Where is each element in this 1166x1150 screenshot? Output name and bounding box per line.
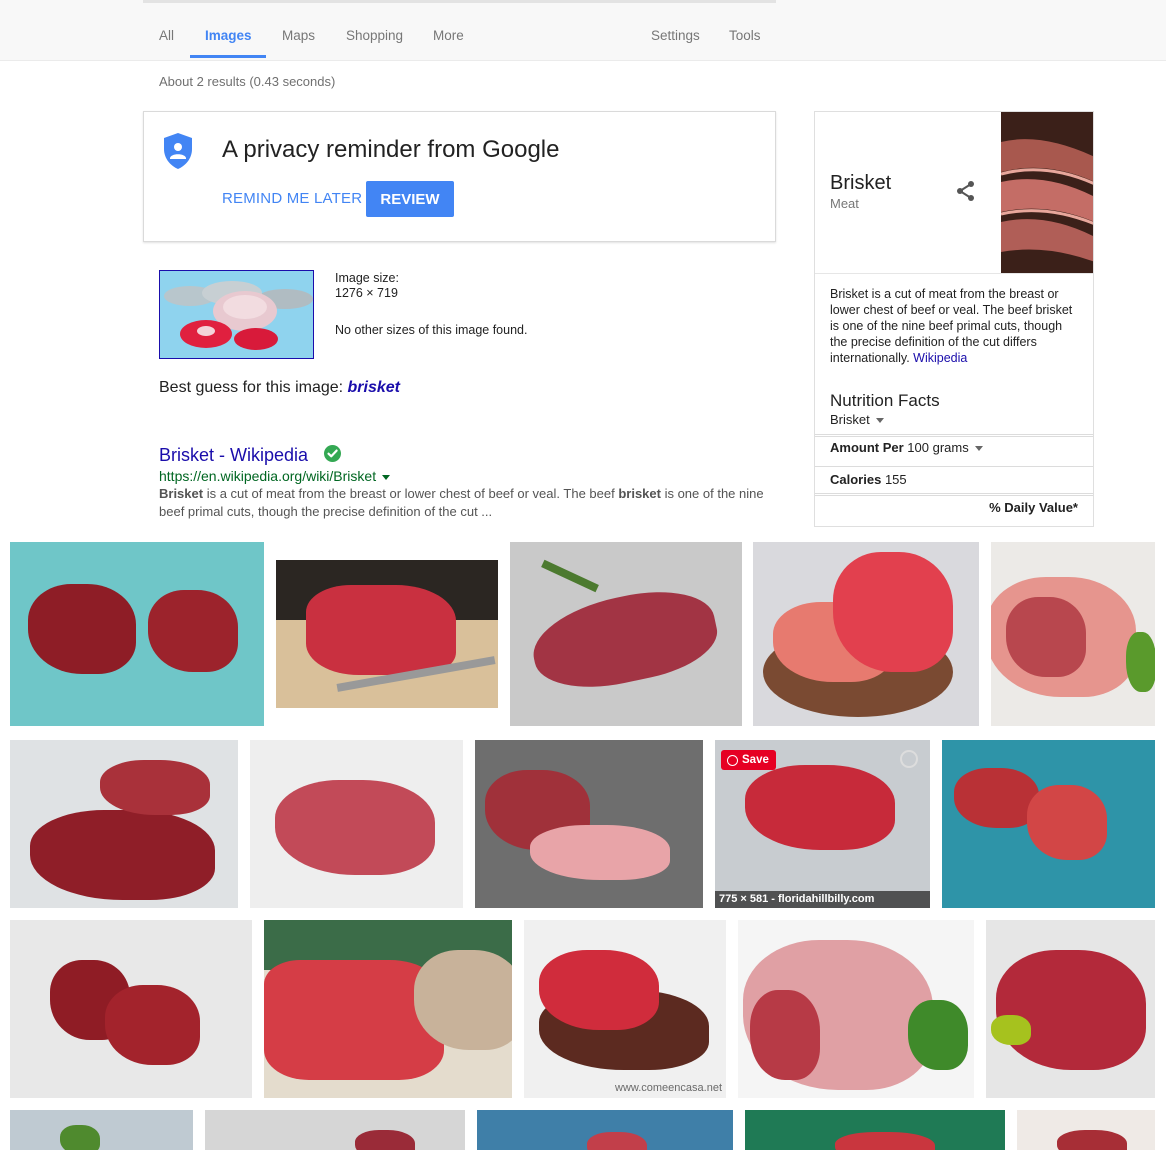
amount-value: 100 grams — [907, 440, 969, 455]
tab-more[interactable]: More — [433, 28, 464, 43]
search-box-edge — [143, 0, 776, 3]
nutrition-facts-title: Nutrition Facts — [830, 391, 940, 410]
image-result[interactable] — [510, 542, 742, 726]
snippet-term: brisket — [618, 486, 661, 501]
image-result[interactable] — [1017, 1110, 1155, 1150]
result-url-text: https://en.wikipedia.org/wiki/Brisket — [159, 468, 377, 484]
settings-link[interactable]: Settings — [651, 28, 700, 43]
kp-divider — [815, 495, 1093, 496]
image-result[interactable] — [10, 542, 264, 726]
kp-brisket-image[interactable] — [1001, 112, 1093, 273]
image-result[interactable] — [753, 542, 979, 726]
image-result[interactable] — [986, 920, 1155, 1098]
tab-images[interactable]: Images — [205, 28, 252, 43]
image-result[interactable] — [10, 1110, 193, 1150]
image-result[interactable] — [205, 1110, 465, 1150]
chevron-down-icon — [875, 418, 884, 424]
tab-shopping[interactable]: Shopping — [346, 28, 403, 43]
pinterest-icon — [727, 754, 738, 766]
kp-divider — [815, 273, 1093, 274]
pinterest-save-button[interactable]: Save — [721, 750, 776, 770]
image-result[interactable] — [738, 920, 974, 1098]
image-size-value: 1276 × 719 — [335, 286, 398, 300]
image-result[interactable] — [942, 740, 1155, 908]
result-stats: About 2 results (0.43 seconds) — [159, 74, 336, 89]
amount-per-select[interactable]: Amount Per 100 grams — [830, 440, 983, 455]
privacy-title: A privacy reminder from Google — [222, 136, 560, 163]
review-button[interactable]: REVIEW — [366, 181, 454, 217]
kp-divider — [815, 436, 1093, 437]
result-title-link[interactable]: Brisket - Wikipedia — [159, 445, 308, 466]
nutrition-item-select[interactable]: Brisket — [830, 412, 884, 427]
calories-value: 155 — [884, 472, 907, 487]
calories-label: Calories — [830, 472, 882, 487]
no-other-sizes-text: No other sizes of this image found. — [335, 323, 528, 337]
privacy-reminder-card: A privacy reminder from Google REMIND ME… — [143, 111, 776, 242]
chevron-down-icon — [974, 446, 983, 452]
snippet-term: Brisket — [159, 486, 204, 501]
result-snippet: Brisket is a cut of meat from the breast… — [159, 485, 779, 521]
tools-link[interactable]: Tools — [729, 28, 761, 43]
image-caption: 775 × 581 - floridahillbilly.com — [715, 891, 930, 908]
kp-divider — [815, 493, 1093, 494]
image-size-label: Image size: — [335, 271, 399, 285]
active-tab-indicator — [190, 55, 266, 58]
image-result[interactable] — [276, 560, 498, 708]
snippet-text: is a cut of meat from the breast or lowe… — [203, 486, 619, 501]
expand-icon[interactable] — [900, 750, 918, 768]
nutrition-item-label: Brisket — [830, 412, 870, 427]
image-watermark: www.comeencasa.net — [615, 1082, 722, 1094]
amount-label: Amount Per — [830, 440, 904, 455]
share-icon[interactable] — [955, 180, 977, 202]
url-dropdown-icon[interactable] — [382, 474, 391, 480]
save-label: Save — [742, 754, 769, 766]
kp-title: Brisket — [830, 172, 892, 194]
best-guess-link[interactable]: brisket — [348, 379, 400, 396]
kp-source-link[interactable]: Wikipedia — [913, 351, 967, 365]
results-header: All Images Maps Shopping More Settings T… — [0, 0, 1166, 61]
image-result[interactable] — [475, 740, 703, 908]
shield-icon — [164, 133, 192, 169]
image-result[interactable] — [477, 1110, 733, 1150]
image-result[interactable]: www.comeencasa.net — [524, 920, 726, 1098]
image-result[interactable]: Save 775 × 581 - floridahillbilly.com — [715, 740, 930, 908]
tab-all[interactable]: All — [159, 28, 174, 43]
knowledge-panel: Brisket Meat Brisket is a cut of meat fr… — [814, 111, 1094, 527]
query-image-thumbnail[interactable] — [159, 270, 314, 359]
kp-divider — [815, 434, 1093, 435]
remind-me-later-button[interactable]: REMIND ME LATER — [222, 190, 362, 207]
image-result[interactable] — [991, 542, 1155, 726]
image-result[interactable] — [10, 740, 238, 908]
search-results-page: All Images Maps Shopping More Settings T… — [0, 0, 1166, 1150]
verified-check-icon — [324, 445, 341, 462]
kp-subtitle: Meat — [830, 196, 859, 211]
kp-description: Brisket is a cut of meat from the breast… — [830, 286, 1080, 366]
calories-row: Calories 155 — [830, 472, 907, 487]
image-result[interactable] — [10, 920, 252, 1098]
best-guess-label: Best guess for this image: — [159, 379, 348, 396]
image-result[interactable] — [745, 1110, 1005, 1150]
image-result[interactable] — [250, 740, 463, 908]
query-image — [160, 271, 313, 358]
result-url[interactable]: https://en.wikipedia.org/wiki/Brisket — [159, 468, 391, 484]
kp-divider — [815, 466, 1093, 467]
best-guess: Best guess for this image: brisket — [159, 379, 400, 397]
tab-maps[interactable]: Maps — [282, 28, 315, 43]
daily-value-header: % Daily Value* — [989, 500, 1078, 515]
image-result[interactable] — [264, 920, 512, 1098]
